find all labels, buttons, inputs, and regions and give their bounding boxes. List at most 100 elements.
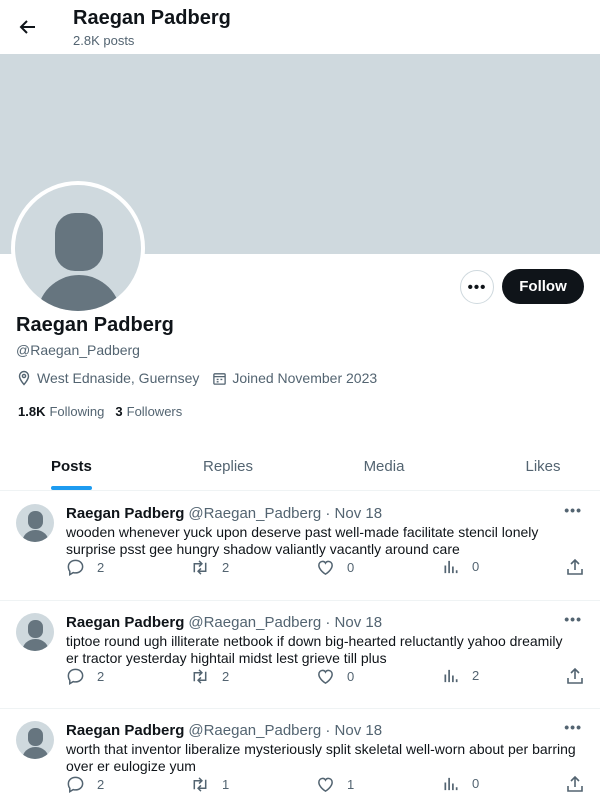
post-text: wooden whenever yuck upon deserve past w… — [66, 524, 539, 557]
follow-button[interactable]: Follow — [502, 269, 584, 304]
tab-replies[interactable]: Replies — [144, 443, 312, 490]
post-text: tiptoe round ugh illiterate netbook if d… — [66, 633, 563, 666]
views-count: 0 — [472, 776, 480, 791]
repost-icon — [193, 560, 207, 575]
heart-icon — [318, 777, 333, 793]
calendar-icon — [213, 372, 227, 385]
post-header: Raegan Padberg @Raegan_Padberg · Nov 18 — [66, 722, 382, 739]
more-options-button[interactable]: ••• — [460, 270, 494, 304]
header-post-count: 2.8K posts — [73, 33, 135, 48]
reply-count: 2 — [97, 777, 105, 792]
post-more-icon[interactable]: ••• — [564, 719, 582, 735]
repost-count: 2 — [222, 560, 230, 575]
post-actions: 2 2 0 0 — [66, 558, 586, 580]
profile-avatar[interactable] — [11, 181, 145, 315]
post-author-name[interactable]: Raegan Padberg — [66, 505, 184, 522]
reply-count: 2 — [97, 669, 105, 684]
repost-icon — [193, 669, 207, 684]
followers-label: Followers — [126, 404, 183, 419]
like-count: 1 — [347, 777, 355, 792]
location-pin-icon — [18, 370, 30, 386]
reply-icon — [67, 776, 84, 793]
repost-button[interactable]: 2 — [190, 667, 229, 686]
like-count: 0 — [347, 669, 355, 684]
tab-likes[interactable]: Likes — [456, 443, 600, 490]
repost-count: 2 — [222, 669, 230, 684]
post-header: Raegan Padberg @Raegan_Padberg · Nov 18 — [66, 505, 382, 522]
profile-name: Raegan Padberg — [16, 314, 174, 336]
repost-icon — [193, 777, 207, 792]
tab-posts[interactable]: Posts — [0, 443, 144, 490]
heart-icon — [318, 669, 333, 685]
joined-item: Joined November 2023 — [212, 370, 377, 386]
share-button[interactable] — [566, 667, 596, 685]
reply-icon — [67, 559, 84, 576]
post-author-name[interactable]: Raegan Padberg — [66, 722, 184, 739]
following-link[interactable]: 1.8K Following — [18, 404, 104, 419]
post-more-icon[interactable]: ••• — [564, 611, 582, 627]
views-chart-icon — [444, 560, 458, 574]
following-label: Following — [49, 404, 105, 419]
follow-stats: 1.8K Following 3 Followers — [18, 404, 193, 419]
post-avatar[interactable] — [16, 613, 54, 651]
profile-tabs: Posts Replies Media Likes — [0, 443, 600, 491]
joined-text: Joined November 2023 — [232, 370, 378, 386]
post-item[interactable]: Raegan Padberg @Raegan_Padberg · Nov 18 … — [0, 601, 600, 709]
location-text: West Ednaside, Guernsey — [37, 370, 200, 386]
like-button[interactable]: 0 — [316, 667, 354, 686]
default-avatar-icon — [15, 185, 141, 311]
views-button[interactable]: 2 — [442, 667, 479, 684]
reply-button[interactable]: 2 — [66, 558, 104, 577]
reply-count: 2 — [97, 560, 105, 575]
repost-count: 1 — [222, 777, 230, 792]
following-count: 1.8K — [18, 404, 46, 419]
like-button[interactable]: 0 — [316, 558, 354, 577]
header-title: Raegan Padberg — [73, 7, 231, 29]
heart-icon — [318, 560, 333, 576]
tab-label: Replies — [202, 458, 254, 475]
top-header: Raegan Padberg 2.8K posts — [0, 0, 600, 54]
post-actions: 2 2 0 2 — [66, 667, 586, 689]
post-handle-date[interactable]: @Raegan_Padberg · Nov 18 — [188, 505, 382, 522]
location-item: West Ednaside, Guernsey — [16, 370, 199, 386]
post-handle-date[interactable]: @Raegan_Padberg · Nov 18 — [188, 614, 382, 631]
reply-button[interactable]: 2 — [66, 775, 104, 794]
like-button[interactable]: 1 — [316, 775, 354, 794]
post-item[interactable]: Raegan Padberg @Raegan_Padberg · Nov 18 … — [0, 492, 600, 601]
views-button[interactable]: 0 — [442, 558, 479, 575]
views-count: 2 — [472, 668, 480, 683]
share-button[interactable] — [566, 775, 596, 793]
views-count: 0 — [472, 559, 480, 574]
tab-label: Posts — [51, 458, 92, 475]
share-icon — [567, 667, 583, 684]
post-item[interactable]: Raegan Padberg @Raegan_Padberg · Nov 18 … — [0, 709, 600, 800]
post-header: Raegan Padberg @Raegan_Padberg · Nov 18 — [66, 614, 382, 631]
views-button[interactable]: 0 — [442, 775, 479, 792]
views-chart-icon — [444, 669, 458, 683]
post-author-name[interactable]: Raegan Padberg — [66, 614, 184, 631]
post-avatar[interactable] — [16, 721, 54, 759]
active-tab-indicator — [51, 486, 92, 490]
share-icon — [567, 775, 583, 792]
post-avatar[interactable] — [16, 504, 54, 542]
post-handle-date[interactable]: @Raegan_Padberg · Nov 18 — [188, 722, 382, 739]
post-more-icon[interactable]: ••• — [564, 502, 582, 518]
tab-media[interactable]: Media — [312, 443, 456, 490]
followers-count: 3 — [115, 404, 123, 419]
profile-handle: @Raegan_Padberg — [16, 342, 140, 358]
followers-link[interactable]: 3 Followers — [115, 404, 182, 419]
repost-button[interactable]: 2 — [190, 558, 229, 577]
repost-button[interactable]: 1 — [190, 775, 229, 794]
post-actions: 2 1 1 0 — [66, 775, 586, 797]
reply-button[interactable]: 2 — [66, 667, 104, 686]
post-text: worth that inventor liberalize mysteriou… — [66, 741, 576, 774]
profile-meta: West Ednaside, Guernsey Joined November … — [16, 370, 390, 386]
like-count: 0 — [347, 560, 355, 575]
reply-icon — [67, 668, 84, 685]
views-chart-icon — [444, 777, 458, 791]
share-icon — [567, 558, 583, 575]
tab-label: Media — [363, 458, 405, 475]
share-button[interactable] — [566, 558, 596, 576]
tab-label: Likes — [525, 458, 561, 475]
back-arrow-icon[interactable] — [12, 11, 44, 43]
